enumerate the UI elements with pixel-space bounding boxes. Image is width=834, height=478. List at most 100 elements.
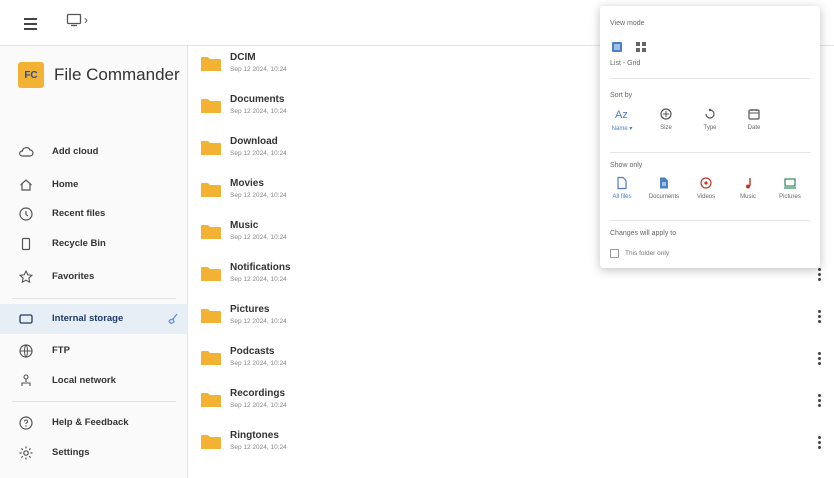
breadcrumb[interactable]: ›	[66, 13, 88, 27]
filter-option-label: All files	[612, 194, 632, 200]
hamburger-menu-icon[interactable]	[20, 13, 42, 35]
sort-by-type[interactable]: Type	[690, 107, 730, 131]
sort-by-date[interactable]: Date	[734, 107, 774, 131]
file-name: Pictures	[230, 304, 270, 315]
sidebar-item-label: Recycle Bin	[52, 238, 106, 249]
folder-icon	[201, 393, 221, 407]
file-date: Sep 12 2024, 10:24	[230, 444, 287, 451]
view-mode-heading: View mode	[610, 20, 645, 27]
clock-icon	[19, 207, 33, 221]
sidebar-divider	[12, 401, 176, 402]
more-options-icon[interactable]	[815, 268, 823, 284]
globe-icon	[19, 344, 33, 358]
filter-music[interactable]: Music	[728, 176, 768, 200]
sort-option-label: Date	[747, 125, 761, 131]
sidebar-item-label: Local network	[52, 375, 116, 386]
more-options-icon[interactable]	[815, 310, 823, 326]
popup-divider	[610, 78, 810, 79]
file-name: Podcasts	[230, 346, 275, 357]
more-options-icon[interactable]	[815, 394, 823, 410]
folder-icon	[201, 351, 221, 365]
sidebar-item-recycle-bin[interactable]: Recycle Bin	[0, 229, 188, 259]
folder-icon	[201, 141, 221, 155]
device-icon	[66, 13, 82, 27]
sort-by-size[interactable]: Size	[646, 107, 686, 131]
cloud-add-icon	[19, 147, 34, 157]
folder-icon	[201, 183, 221, 197]
sort-by-name[interactable]: Az Name ▾	[602, 107, 642, 132]
grid-view-icon[interactable]	[634, 40, 648, 54]
sidebar-item-local-network[interactable]: Local network	[0, 366, 188, 396]
sidebar-item-ftp[interactable]: FTP	[0, 336, 188, 366]
filter-videos[interactable]: Videos	[686, 176, 726, 200]
file-date: Sep 12 2024, 10:24	[230, 150, 287, 157]
brand: FC File Commander	[18, 62, 180, 88]
checkbox-box[interactable]	[610, 249, 619, 258]
music-icon	[746, 178, 751, 189]
more-options-icon[interactable]	[815, 352, 823, 368]
list-item[interactable]: Recordings Sep 12 2024, 10:24	[189, 382, 834, 424]
file-date: Sep 12 2024, 10:24	[230, 234, 287, 241]
folder-icon	[201, 435, 221, 449]
folder-icon	[201, 57, 221, 71]
filter-pictures[interactable]: Pictures	[770, 176, 810, 200]
sidebar-item-label: Add cloud	[52, 146, 99, 157]
file-name: Download	[230, 136, 278, 147]
list-item[interactable]: Ringtones Sep 12 2024, 10:24	[189, 424, 834, 466]
popup-divider	[610, 220, 810, 221]
filter-option-label: Music	[740, 194, 756, 200]
document-icon	[660, 177, 668, 189]
file-icon	[617, 176, 627, 190]
sidebar-item-label: Home	[52, 179, 79, 190]
broom-icon[interactable]	[166, 312, 180, 326]
storage-icon	[19, 314, 33, 324]
filter-heading: Show only	[610, 162, 643, 169]
filter-option-label: Pictures	[779, 194, 801, 200]
sidebar: FC File Commander Add cloud Home Recent …	[0, 46, 188, 478]
sidebar-divider	[12, 298, 176, 299]
file-name: Movies	[230, 178, 264, 189]
sidebar-item-label: Favorites	[52, 271, 95, 282]
picture-icon	[784, 178, 796, 189]
star-icon	[18, 269, 34, 284]
view-options-popup: View mode List - Grid Sort by Az Name ▾ …	[600, 6, 820, 268]
file-date: Sep 12 2024, 10:24	[230, 66, 287, 73]
folder-icon	[201, 309, 221, 323]
list-item[interactable]: Pictures Sep 12 2024, 10:24	[189, 298, 834, 340]
network-icon	[21, 374, 31, 386]
folder-icon	[201, 225, 221, 239]
file-date: Sep 12 2024, 10:24	[230, 318, 287, 325]
filter-all-files[interactable]: All files	[602, 176, 642, 200]
sidebar-item-settings[interactable]: Settings	[0, 438, 188, 468]
this-folder-only-checkbox[interactable]: This folder only	[610, 249, 669, 258]
size-icon	[660, 108, 672, 120]
sidebar-item-label: FTP	[52, 345, 70, 356]
list-view-icon[interactable]	[610, 40, 624, 54]
gear-icon	[19, 446, 33, 460]
sidebar-item-help-feedback[interactable]: Help & Feedback	[0, 408, 188, 438]
list-item[interactable]: Podcasts Sep 12 2024, 10:24	[189, 340, 834, 382]
home-icon	[20, 179, 32, 191]
more-options-icon[interactable]	[815, 436, 823, 452]
sidebar-item-home[interactable]: Home	[0, 170, 188, 200]
filter-documents[interactable]: Documents	[644, 176, 684, 200]
file-name: Music	[230, 220, 259, 231]
filter-option-label: Documents	[648, 194, 680, 200]
app-title: File Commander	[54, 65, 180, 84]
sidebar-item-internal-storage[interactable]: Internal storage	[0, 304, 188, 334]
sidebar-item-add-cloud[interactable]: Add cloud	[0, 137, 188, 167]
file-name: Recordings	[230, 388, 286, 399]
sidebar-item-label: Recent files	[52, 208, 106, 219]
file-name: DCIM	[230, 52, 256, 63]
sidebar-item-recent-files[interactable]: Recent files	[0, 199, 188, 229]
sidebar-item-favorites[interactable]: Favorites	[0, 262, 188, 292]
recycle-bin-icon	[21, 237, 31, 251]
breadcrumb-separator: ›	[84, 13, 88, 27]
sort-option-label: Name ▾	[611, 126, 633, 132]
file-date: Sep 12 2024, 10:24	[230, 108, 287, 115]
folder-icon	[201, 99, 221, 113]
sort-alpha-icon: Az	[615, 109, 628, 121]
svg-text:Az: Az	[615, 109, 628, 121]
checkbox-label: This folder only	[625, 250, 670, 257]
calendar-icon	[748, 109, 760, 120]
